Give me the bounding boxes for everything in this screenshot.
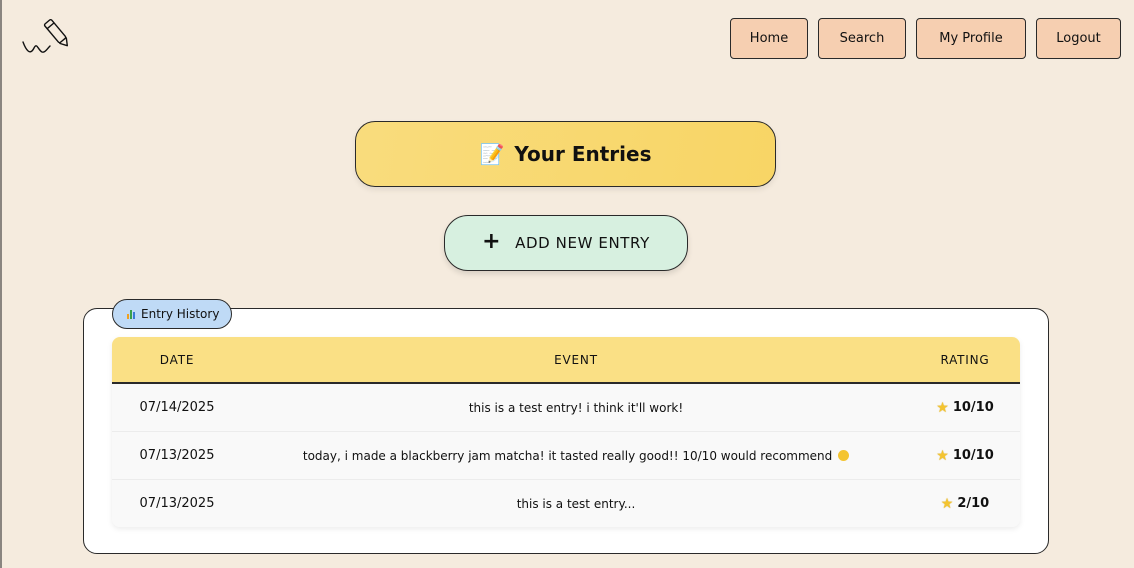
add-new-entry-button[interactable]: + ADD NEW ENTRY <box>444 215 688 271</box>
entry-rating-value: 10/10 <box>952 400 994 415</box>
entry-date: 07/13/2025 <box>139 496 215 511</box>
add-new-entry-label: ADD NEW ENTRY <box>515 234 650 252</box>
home-button[interactable]: Home <box>730 18 808 59</box>
entry-event: this is a test entry! i think it'll work… <box>468 400 684 415</box>
table-row[interactable]: 07/14/2025 this is a test entry! i think… <box>112 384 1020 432</box>
pen-signature-icon[interactable] <box>20 16 78 60</box>
bar-chart-icon <box>127 309 135 319</box>
star-icon: ★ <box>936 399 949 416</box>
search-button[interactable]: Search <box>818 18 906 59</box>
memo-icon: 📝 <box>479 142 505 166</box>
star-icon: ★ <box>936 447 949 464</box>
column-header-rating: RATING <box>940 352 990 367</box>
plus-icon: + <box>482 228 502 254</box>
star-icon: ★ <box>940 495 954 512</box>
entry-event-text: today, i made a blackberry jam matcha! i… <box>302 448 833 463</box>
my-profile-button[interactable]: My Profile <box>916 18 1026 59</box>
column-header-date: DATE <box>159 352 195 367</box>
column-header-event: EVENT <box>554 352 598 367</box>
entry-rating: ★ 10/10 <box>910 448 1020 464</box>
entry-history-tag: Entry History <box>112 299 233 329</box>
top-nav: Home Search My Profile Logout <box>730 18 1121 59</box>
entry-event: this is a test entry... <box>516 496 636 511</box>
table-row[interactable]: 07/13/2025 this is a test entry... ★ 2/1… <box>112 480 1020 527</box>
entry-date: 07/14/2025 <box>139 400 215 415</box>
entry-history-label: Entry History <box>141 307 220 321</box>
entry-date: 07/13/2025 <box>139 448 215 463</box>
entries-table: DATE EVENT RATING 07/14/2025 this is a t… <box>112 337 1020 527</box>
entry-rating: ★ 2/10 <box>910 496 1020 512</box>
entry-event: today, i made a blackberry jam matcha! i… <box>242 449 910 463</box>
smiling-face-icon <box>838 449 850 461</box>
entry-rating-value: 2/10 <box>957 496 990 511</box>
table-row[interactable]: 07/13/2025 today, i made a blackberry ja… <box>112 432 1020 480</box>
logout-button[interactable]: Logout <box>1036 18 1121 59</box>
page-title-text: Your Entries <box>514 142 652 166</box>
page-title: 📝 Your Entries <box>355 121 776 187</box>
entry-rating-value: 10/10 <box>952 448 994 463</box>
entry-rating: ★ 10/10 <box>910 400 1020 416</box>
table-header: DATE EVENT RATING <box>112 337 1020 384</box>
